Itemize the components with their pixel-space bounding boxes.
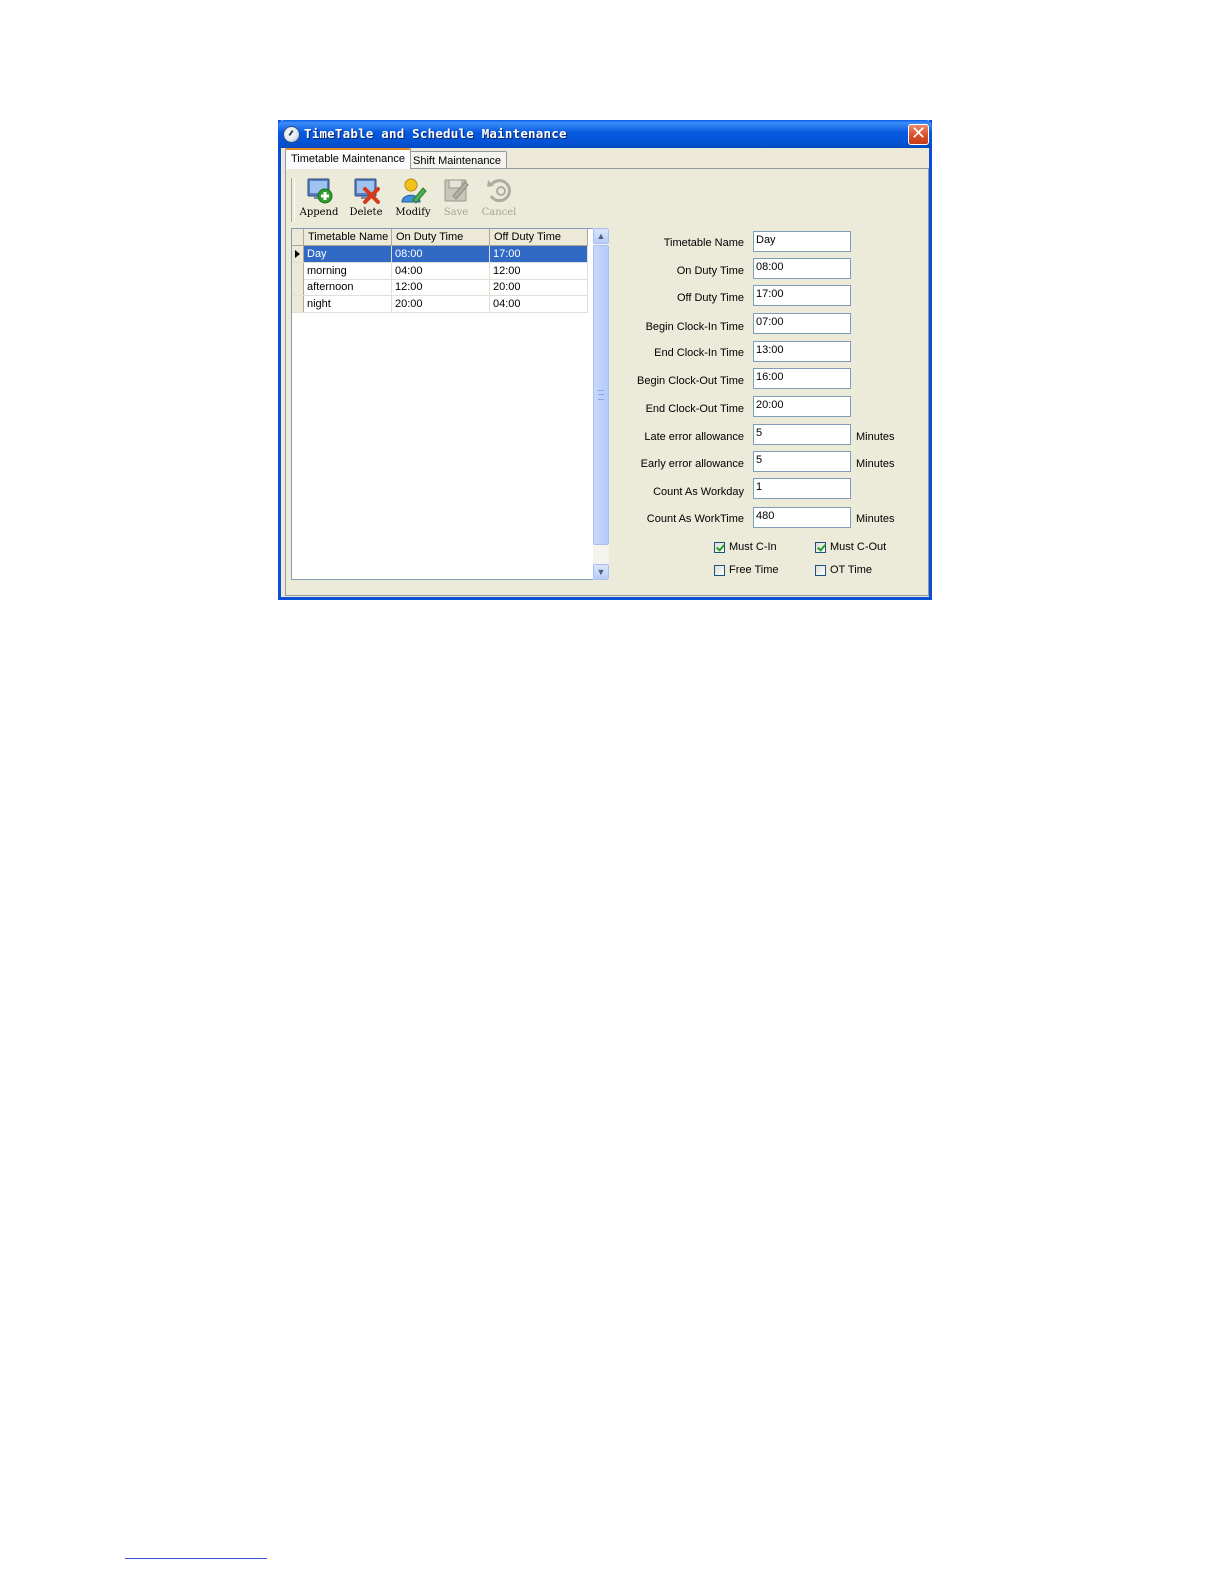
timetable-name-label: Timetable Name (663, 237, 744, 249)
cancel-icon (487, 179, 511, 203)
window-title: TimeTable and Schedule Maintenance (304, 126, 567, 141)
toolbar-separator (291, 178, 295, 222)
modify-label: Modify (395, 207, 431, 218)
grid-header: Timetable Name On Duty Time Off Duty Tim… (292, 229, 588, 246)
must-c-in-label[interactable]: Must C-In (729, 541, 777, 553)
on-duty-time-input[interactable]: 08:00 (753, 258, 851, 279)
early-error-allowance-unit: Minutes (856, 458, 895, 470)
on-duty-time-label: On Duty Time (676, 265, 744, 277)
row-indicator (292, 263, 304, 279)
grip-icon (598, 390, 604, 400)
column-header-off-duty-time[interactable]: Off Duty Time (490, 229, 588, 245)
append-label: Append (299, 207, 339, 218)
scroll-thumb[interactable] (593, 245, 609, 545)
footnote-rule (125, 1558, 267, 1559)
cell-on-duty-time[interactable]: 12:00 (392, 279, 490, 295)
modify-icon (401, 178, 427, 204)
tab-timetable-maintenance[interactable]: Timetable Maintenance (285, 148, 411, 169)
timetable-window: TimeTable and Schedule Maintenance ✕ Tim… (278, 120, 932, 600)
delete-label: Delete (349, 207, 383, 218)
late-error-allowance-label: Late error allowance (644, 431, 744, 443)
cell-off-duty-time[interactable]: 12:00 (490, 263, 588, 279)
cell-on-duty-time[interactable]: 04:00 (392, 263, 490, 279)
early-error-allowance-input[interactable]: 5 (753, 451, 851, 472)
row-indicator (292, 246, 304, 262)
delete-button[interactable]: Delete (344, 176, 388, 222)
free-time-label[interactable]: Free Time (729, 564, 779, 576)
begin-clock-in-time-label: Begin Clock-In Time (645, 321, 744, 333)
cancel-button[interactable]: Cancel (477, 176, 521, 222)
cell-off-duty-time[interactable]: 04:00 (490, 296, 588, 312)
title-bar[interactable]: TimeTable and Schedule Maintenance ✕ (278, 120, 932, 148)
ot-time-label[interactable]: OT Time (830, 564, 872, 576)
row-indicator (292, 296, 304, 312)
cell-timetable-name[interactable]: afternoon (304, 279, 392, 295)
clock-icon (283, 126, 300, 143)
begin-clock-in-time-input[interactable]: 07:00 (753, 313, 851, 334)
close-button[interactable]: ✕ (908, 124, 929, 145)
cell-off-duty-time[interactable]: 17:00 (490, 246, 588, 262)
end-clock-out-time-input[interactable]: 20:00 (753, 396, 851, 417)
cell-timetable-name[interactable]: Day (304, 246, 392, 262)
must-c-out-label[interactable]: Must C-Out (830, 541, 886, 553)
count-as-worktime-input[interactable]: 480 (753, 507, 851, 528)
cancel-label: Cancel (481, 207, 517, 218)
scroll-down-icon[interactable]: ▼ (593, 564, 609, 580)
cell-on-duty-time[interactable]: 08:00 (392, 246, 490, 262)
timetable-grid[interactable]: Timetable Name On Duty Time Off Duty Tim… (291, 228, 608, 580)
count-as-workday-input[interactable]: 1 (753, 478, 851, 499)
count-as-worktime-unit: Minutes (856, 513, 895, 525)
cell-timetable-name[interactable]: night (304, 296, 392, 312)
begin-clock-out-time-input[interactable]: 16:00 (753, 368, 851, 389)
end-clock-out-time-label: End Clock-Out Time (645, 403, 744, 415)
late-error-allowance-unit: Minutes (856, 431, 895, 443)
cell-timetable-name[interactable]: morning (304, 263, 392, 279)
begin-clock-out-time-label: Begin Clock-Out Time (637, 375, 744, 387)
save-label: Save (443, 207, 469, 218)
append-button[interactable]: Append (297, 176, 341, 222)
row-indicator (292, 279, 304, 295)
end-clock-in-time-input[interactable]: 13:00 (753, 341, 851, 362)
column-header-on-duty-time[interactable]: On Duty Time (392, 229, 490, 245)
table-row[interactable]: Day 08:00 17:00 (292, 246, 588, 263)
early-error-allowance-label: Early error allowance (640, 458, 744, 470)
off-duty-time-label: Off Duty Time (676, 292, 744, 304)
must-c-in-checkbox[interactable] (714, 542, 725, 553)
append-icon (307, 178, 333, 204)
ot-time-checkbox[interactable] (815, 565, 826, 576)
cell-off-duty-time[interactable]: 20:00 (490, 279, 588, 295)
column-header-timetable-name[interactable]: Timetable Name (304, 229, 392, 245)
free-time-checkbox[interactable] (714, 565, 725, 576)
count-as-workday-label: Count As Workday (653, 486, 744, 498)
delete-icon (354, 178, 380, 204)
cell-on-duty-time[interactable]: 20:00 (392, 296, 490, 312)
late-error-allowance-input[interactable]: 5 (753, 424, 851, 445)
count-as-worktime-label: Count As WorkTime (646, 513, 744, 525)
header-indicator-cell (292, 229, 304, 245)
save-button[interactable]: Save (434, 176, 478, 222)
tab-shift-maintenance[interactable]: Shift Maintenance (407, 151, 508, 169)
table-row[interactable]: night 20:00 04:00 (292, 296, 588, 313)
table-row[interactable]: afternoon 12:00 20:00 (292, 279, 588, 296)
save-icon (444, 179, 469, 202)
current-row-arrow-icon (295, 250, 300, 258)
off-duty-time-input[interactable]: 17:00 (753, 285, 851, 306)
must-c-out-checkbox[interactable] (815, 542, 826, 553)
modify-button[interactable]: Modify (391, 176, 435, 222)
end-clock-in-time-label: End Clock-In Time (654, 347, 744, 359)
timetable-name-input[interactable]: Day (753, 231, 851, 252)
table-row[interactable]: morning 04:00 12:00 (292, 263, 588, 280)
